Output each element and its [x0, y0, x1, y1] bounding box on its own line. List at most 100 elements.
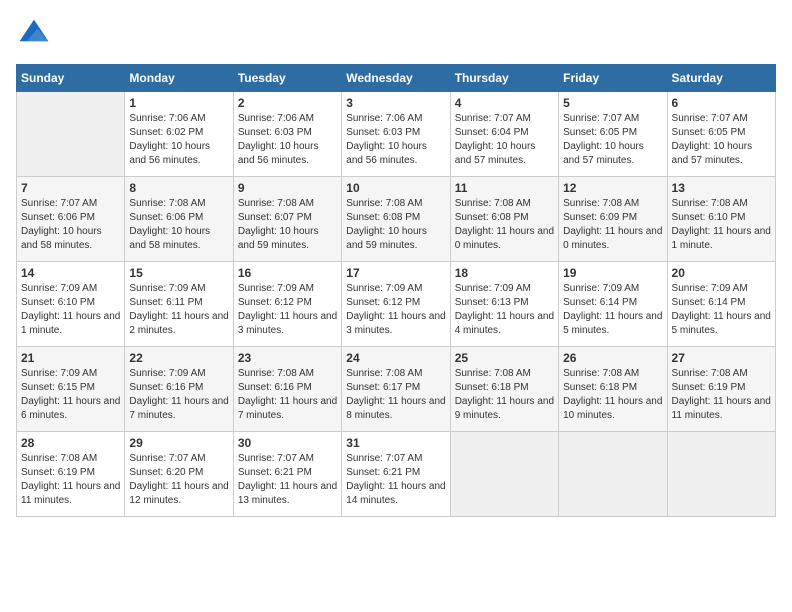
day-number: 2: [238, 96, 337, 110]
day-number: 24: [346, 351, 445, 365]
day-info: Sunrise: 7:09 AM Sunset: 6:12 PM Dayligh…: [238, 282, 337, 338]
day-number: 15: [129, 266, 228, 280]
day-number: 7: [21, 181, 120, 195]
day-number: 8: [129, 181, 228, 195]
calendar-cell: 20 Sunrise: 7:09 AM Sunset: 6:14 PM Dayli…: [667, 262, 775, 347]
day-info: Sunrise: 7:09 AM Sunset: 6:16 PM Dayligh…: [129, 367, 228, 423]
day-info: Sunrise: 7:09 AM Sunset: 6:15 PM Dayligh…: [21, 367, 120, 423]
day-info: Sunrise: 7:09 AM Sunset: 6:14 PM Dayligh…: [672, 282, 771, 338]
day-info: Sunrise: 7:08 AM Sunset: 6:08 PM Dayligh…: [455, 197, 554, 253]
day-info: Sunrise: 7:07 AM Sunset: 6:21 PM Dayligh…: [238, 452, 337, 508]
calendar-header: SundayMondayTuesdayWednesdayThursdayFrid…: [17, 65, 776, 92]
calendar-cell: 4 Sunrise: 7:07 AM Sunset: 6:04 PM Daylig…: [450, 92, 558, 177]
day-info: Sunrise: 7:09 AM Sunset: 6:11 PM Dayligh…: [129, 282, 228, 338]
calendar-cell: [450, 432, 558, 517]
calendar-cell: [559, 432, 667, 517]
day-info: Sunrise: 7:06 AM Sunset: 6:03 PM Dayligh…: [346, 112, 445, 168]
calendar-cell: 25 Sunrise: 7:08 AM Sunset: 6:18 PM Dayli…: [450, 347, 558, 432]
day-number: 31: [346, 436, 445, 450]
calendar-cell: 16 Sunrise: 7:09 AM Sunset: 6:12 PM Dayli…: [233, 262, 341, 347]
calendar-week-4: 21 Sunrise: 7:09 AM Sunset: 6:15 PM Dayli…: [17, 347, 776, 432]
day-info: Sunrise: 7:06 AM Sunset: 6:03 PM Dayligh…: [238, 112, 337, 168]
calendar-cell: 28Sunrise: 7:08 AM Sunset: 6:19 PM Dayli…: [17, 432, 125, 517]
day-info: Sunrise: 7:08 AM Sunset: 6:16 PM Dayligh…: [238, 367, 337, 423]
day-info: Sunrise: 7:07 AM Sunset: 6:20 PM Dayligh…: [129, 452, 228, 508]
calendar-cell: 10 Sunrise: 7:08 AM Sunset: 6:08 PM Dayli…: [342, 177, 450, 262]
calendar-cell: 14 Sunrise: 7:09 AM Sunset: 6:10 PM Dayli…: [17, 262, 125, 347]
day-number: 5: [563, 96, 662, 110]
day-info: Sunrise: 7:07 AM Sunset: 6:05 PM Dayligh…: [563, 112, 662, 168]
day-number: 12: [563, 181, 662, 195]
day-number: 17: [346, 266, 445, 280]
day-info: Sunrise: 7:06 AM Sunset: 6:02 PM Dayligh…: [129, 112, 228, 168]
calendar-cell: 12 Sunrise: 7:08 AM Sunset: 6:09 PM Dayli…: [559, 177, 667, 262]
day-number: 4: [455, 96, 554, 110]
day-info: Sunrise: 7:07 AM Sunset: 6:05 PM Dayligh…: [672, 112, 771, 168]
day-info: Sunrise: 7:09 AM Sunset: 6:14 PM Dayligh…: [563, 282, 662, 338]
day-number: 3: [346, 96, 445, 110]
header-day-sunday: Sunday: [17, 65, 125, 92]
calendar-cell: 17 Sunrise: 7:09 AM Sunset: 6:12 PM Dayli…: [342, 262, 450, 347]
header-row: SundayMondayTuesdayWednesdayThursdayFrid…: [17, 65, 776, 92]
calendar-cell: 26Sunrise: 7:08 AM Sunset: 6:18 PM Dayli…: [559, 347, 667, 432]
day-number: 27: [672, 351, 771, 365]
header-day-thursday: Thursday: [450, 65, 558, 92]
calendar-body: 1 Sunrise: 7:06 AM Sunset: 6:02 PM Daylig…: [17, 92, 776, 517]
day-number: 22: [129, 351, 228, 365]
day-number: 6: [672, 96, 771, 110]
calendar-cell: [667, 432, 775, 517]
day-number: 20: [672, 266, 771, 280]
calendar-cell: 19Sunrise: 7:09 AM Sunset: 6:14 PM Dayli…: [559, 262, 667, 347]
day-number: 1: [129, 96, 228, 110]
calendar-cell: 21 Sunrise: 7:09 AM Sunset: 6:15 PM Dayli…: [17, 347, 125, 432]
day-info: Sunrise: 7:08 AM Sunset: 6:09 PM Dayligh…: [563, 197, 662, 253]
calendar-cell: 27Sunrise: 7:08 AM Sunset: 6:19 PM Dayli…: [667, 347, 775, 432]
header-day-saturday: Saturday: [667, 65, 775, 92]
day-number: 10: [346, 181, 445, 195]
calendar-week-2: 7 Sunrise: 7:07 AM Sunset: 6:06 PM Daylig…: [17, 177, 776, 262]
calendar-cell: 22 Sunrise: 7:09 AM Sunset: 6:16 PM Dayli…: [125, 347, 233, 432]
header-day-friday: Friday: [559, 65, 667, 92]
calendar-cell: 31 Sunrise: 7:07 AM Sunset: 6:21 PM Dayli…: [342, 432, 450, 517]
calendar-cell: 5 Sunrise: 7:07 AM Sunset: 6:05 PM Daylig…: [559, 92, 667, 177]
day-info: Sunrise: 7:09 AM Sunset: 6:13 PM Dayligh…: [455, 282, 554, 338]
calendar-cell: 30 Sunrise: 7:07 AM Sunset: 6:21 PM Dayli…: [233, 432, 341, 517]
day-number: 9: [238, 181, 337, 195]
header-day-tuesday: Tuesday: [233, 65, 341, 92]
calendar-cell: 8 Sunrise: 7:08 AM Sunset: 6:06 PM Daylig…: [125, 177, 233, 262]
calendar-cell: 7 Sunrise: 7:07 AM Sunset: 6:06 PM Daylig…: [17, 177, 125, 262]
calendar-cell: 24Sunrise: 7:08 AM Sunset: 6:17 PM Dayli…: [342, 347, 450, 432]
day-number: 11: [455, 181, 554, 195]
calendar-week-3: 14 Sunrise: 7:09 AM Sunset: 6:10 PM Dayli…: [17, 262, 776, 347]
day-info: Sunrise: 7:09 AM Sunset: 6:10 PM Dayligh…: [21, 282, 120, 338]
header-day-wednesday: Wednesday: [342, 65, 450, 92]
day-info: Sunrise: 7:08 AM Sunset: 6:06 PM Dayligh…: [129, 197, 228, 253]
calendar-cell: 2 Sunrise: 7:06 AM Sunset: 6:03 PM Daylig…: [233, 92, 341, 177]
day-info: Sunrise: 7:08 AM Sunset: 6:08 PM Dayligh…: [346, 197, 445, 253]
calendar-cell: 11 Sunrise: 7:08 AM Sunset: 6:08 PM Dayli…: [450, 177, 558, 262]
day-info: Sunrise: 7:08 AM Sunset: 6:10 PM Dayligh…: [672, 197, 771, 253]
day-info: Sunrise: 7:07 AM Sunset: 6:06 PM Dayligh…: [21, 197, 120, 253]
day-info: Sunrise: 7:07 AM Sunset: 6:21 PM Dayligh…: [346, 452, 445, 508]
day-info: Sunrise: 7:08 AM Sunset: 6:07 PM Dayligh…: [238, 197, 337, 253]
header-day-monday: Monday: [125, 65, 233, 92]
calendar-cell: 6 Sunrise: 7:07 AM Sunset: 6:05 PM Daylig…: [667, 92, 775, 177]
calendar-cell: [17, 92, 125, 177]
day-number: 16: [238, 266, 337, 280]
day-number: 29: [129, 436, 228, 450]
day-number: 21: [21, 351, 120, 365]
day-info: Sunrise: 7:09 AM Sunset: 6:12 PM Dayligh…: [346, 282, 445, 338]
calendar-cell: 29 Sunrise: 7:07 AM Sunset: 6:20 PM Dayli…: [125, 432, 233, 517]
calendar-week-1: 1 Sunrise: 7:06 AM Sunset: 6:02 PM Daylig…: [17, 92, 776, 177]
day-info: Sunrise: 7:08 AM Sunset: 6:18 PM Dayligh…: [455, 367, 554, 423]
logo: [16, 16, 56, 52]
day-number: 14: [21, 266, 120, 280]
day-number: 25: [455, 351, 554, 365]
day-number: 30: [238, 436, 337, 450]
calendar-cell: 23Sunrise: 7:08 AM Sunset: 6:16 PM Dayli…: [233, 347, 341, 432]
calendar-table: SundayMondayTuesdayWednesdayThursdayFrid…: [16, 64, 776, 517]
day-number: 28: [21, 436, 120, 450]
calendar-cell: 9 Sunrise: 7:08 AM Sunset: 6:07 PM Daylig…: [233, 177, 341, 262]
day-info: Sunrise: 7:07 AM Sunset: 6:04 PM Dayligh…: [455, 112, 554, 168]
calendar-cell: 18Sunrise: 7:09 AM Sunset: 6:13 PM Dayli…: [450, 262, 558, 347]
